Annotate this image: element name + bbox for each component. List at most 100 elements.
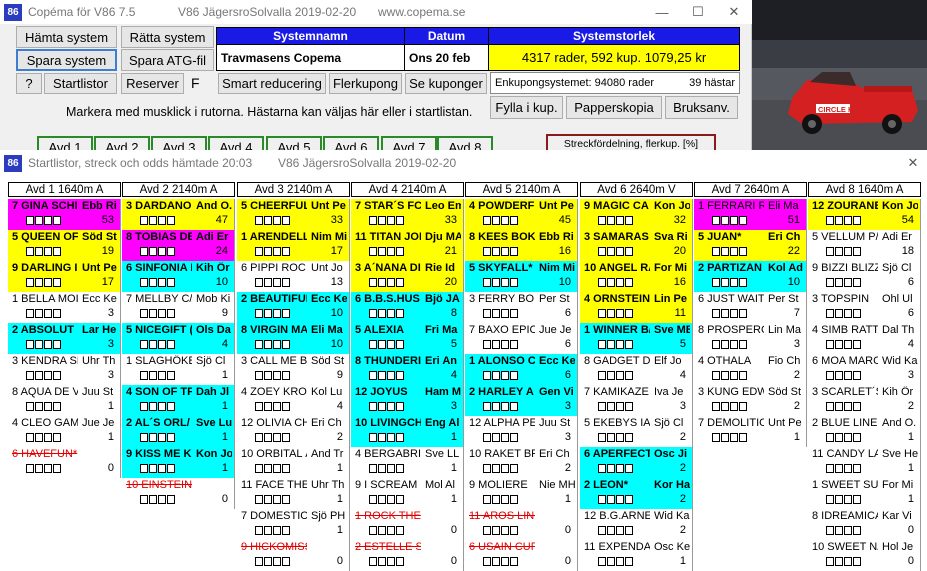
coupon-checkbox[interactable] (264, 309, 272, 318)
coupon-checkbox[interactable] (264, 402, 272, 411)
horse-entry[interactable]: 9 BIZZI BLIZZ Sjö Cl 6 (808, 261, 921, 292)
reserver-button[interactable]: Reserver (121, 73, 184, 94)
flerkupong-button[interactable]: Flerkupong (329, 73, 402, 94)
coupon-checkbox[interactable] (282, 433, 290, 442)
coupon-checkbox[interactable] (396, 402, 404, 411)
coupon-checkbox[interactable] (853, 433, 861, 442)
coupon-checkbox[interactable] (607, 371, 615, 380)
horse-entry[interactable]: 4 ZOEY KRO Kol Lu 4 (237, 385, 350, 416)
coupon-checkbox[interactable] (598, 464, 606, 473)
coupon-checkbox[interactable] (492, 340, 500, 349)
horse-entry[interactable]: 8 TOBIAS DE Adi Er 24 (122, 230, 235, 261)
coupon-checkbox[interactable] (483, 495, 491, 504)
coupon-checkbox[interactable] (510, 402, 518, 411)
coupon-checkbox[interactable] (158, 247, 166, 256)
horse-entry[interactable]: 4 SON OF TF Dah Jl 1 (122, 385, 235, 416)
coupon-checkbox[interactable] (396, 278, 404, 287)
coupon-checkbox[interactable] (158, 433, 166, 442)
horse-entry[interactable]: 11 EXPENDAE Osc Ke 1 (580, 540, 693, 571)
horse-entry[interactable]: 2 BEAUTIFUI Ecc Ke 10 (237, 292, 350, 323)
horse-entry[interactable]: 1 BELLA MOI Ecc Ke 3 (8, 292, 121, 323)
coupon-checkbox[interactable] (26, 464, 34, 473)
coupon-checkbox[interactable] (158, 495, 166, 504)
spara-atg-fil-button[interactable]: Spara ATG-fil (121, 49, 214, 71)
coupon-checkbox[interactable] (826, 340, 834, 349)
coupon-checkbox[interactable] (149, 495, 157, 504)
coupon-checkbox[interactable] (835, 278, 843, 287)
coupon-checkbox[interactable] (835, 464, 843, 473)
coupon-checkbox[interactable] (387, 309, 395, 318)
horse-entry[interactable]: 5 EKEBYS IA Sjö Cl 2 (580, 416, 693, 447)
horse-entry[interactable]: 11 AROS LINE 0 (465, 509, 578, 540)
race-header[interactable]: Avd 7 2640m A (694, 182, 807, 197)
coupon-checkbox[interactable] (835, 309, 843, 318)
coupon-checkbox[interactable] (607, 433, 615, 442)
coupon-checkbox[interactable] (369, 402, 377, 411)
horse-entry[interactable]: 12 ZOURANE Kon Jo 54 (808, 199, 921, 230)
coupon-checkbox[interactable] (378, 464, 386, 473)
coupon-checkbox[interactable] (255, 216, 263, 225)
horse-entry[interactable]: 5 QUEEN OF Söd St 19 (8, 230, 121, 261)
coupon-checkbox[interactable] (264, 495, 272, 504)
horse-entry[interactable]: 6 PIPPI ROC Unt Jo 13 (237, 261, 350, 292)
coupon-checkbox[interactable] (35, 278, 43, 287)
coupon-checkbox[interactable] (369, 495, 377, 504)
coupon-checkbox[interactable] (255, 309, 263, 318)
coupon-checkbox[interactable] (835, 526, 843, 535)
coupon-checkbox[interactable] (273, 309, 281, 318)
help-button[interactable]: ? (16, 73, 42, 94)
coupon-checkbox[interactable] (396, 557, 404, 566)
coupon-checkbox[interactable] (149, 340, 157, 349)
coupon-checkbox[interactable] (378, 402, 386, 411)
bruksanv-button[interactable]: Bruksanv. (665, 96, 738, 119)
coupon-checkbox[interactable] (844, 433, 852, 442)
coupon-checkbox[interactable] (44, 340, 52, 349)
coupon-checkbox[interactable] (510, 557, 518, 566)
coupon-checkbox[interactable] (140, 495, 148, 504)
coupon-checkbox[interactable] (483, 278, 491, 287)
coupon-checkbox[interactable] (853, 340, 861, 349)
horse-entry[interactable]: 1 SWEET SUI For Mi 1 (808, 478, 921, 509)
horse-entry[interactable]: 4 ORNSTEIN Lin Pe 11 (580, 292, 693, 323)
horse-entry[interactable]: 10 SWEET NÅ Hol Je 0 (808, 540, 921, 571)
horse-entry[interactable]: 6 USAIN CUP 0 (465, 540, 578, 571)
coupon-checkbox[interactable] (853, 371, 861, 380)
coupon-checkbox[interactable] (739, 247, 747, 256)
coupon-checkbox[interactable] (35, 371, 43, 380)
coupon-checkbox[interactable] (255, 464, 263, 473)
coupon-checkbox[interactable] (598, 402, 606, 411)
coupon-checkbox[interactable] (483, 247, 491, 256)
horse-entry[interactable]: 12 JOYUS Ham Mi 3 (351, 385, 464, 416)
coupon-checkbox[interactable] (44, 278, 52, 287)
coupon-checkbox[interactable] (167, 371, 175, 380)
horse-entry[interactable]: 10 LIVINGCH Eng Al 1 (351, 416, 464, 447)
coupon-checkbox[interactable] (387, 216, 395, 225)
coupon-checkbox[interactable] (616, 371, 624, 380)
coupon-checkbox[interactable] (844, 464, 852, 473)
coupon-checkbox[interactable] (53, 247, 61, 256)
coupon-checkbox[interactable] (844, 402, 852, 411)
coupon-checkbox[interactable] (44, 402, 52, 411)
horse-entry[interactable]: 6 JUST WAIT Per St 7 (694, 292, 807, 323)
horse-entry[interactable]: 8 PROSPERO Lin Ma 3 (694, 323, 807, 354)
coupon-checkbox[interactable] (255, 247, 263, 256)
coupon-checkbox[interactable] (501, 433, 509, 442)
maximize-icon[interactable]: ☐ (680, 0, 716, 24)
coupon-checkbox[interactable] (282, 402, 290, 411)
coupon-checkbox[interactable] (158, 309, 166, 318)
coupon-checkbox[interactable] (369, 557, 377, 566)
coupon-checkbox[interactable] (396, 216, 404, 225)
coupon-checkbox[interactable] (255, 402, 263, 411)
coupon-checkbox[interactable] (264, 464, 272, 473)
race-header[interactable]: Avd 6 2640m V (580, 182, 693, 197)
coupon-checkbox[interactable] (273, 216, 281, 225)
coupon-checkbox[interactable] (835, 247, 843, 256)
coupon-checkbox[interactable] (396, 495, 404, 504)
coupon-checkbox[interactable] (387, 340, 395, 349)
startlist-close-icon[interactable]: ✕ (895, 151, 927, 175)
coupon-checkbox[interactable] (826, 557, 834, 566)
coupon-checkbox[interactable] (730, 216, 738, 225)
coupon-checkbox[interactable] (625, 402, 633, 411)
coupon-checkbox[interactable] (598, 557, 606, 566)
coupon-checkbox[interactable] (712, 371, 720, 380)
